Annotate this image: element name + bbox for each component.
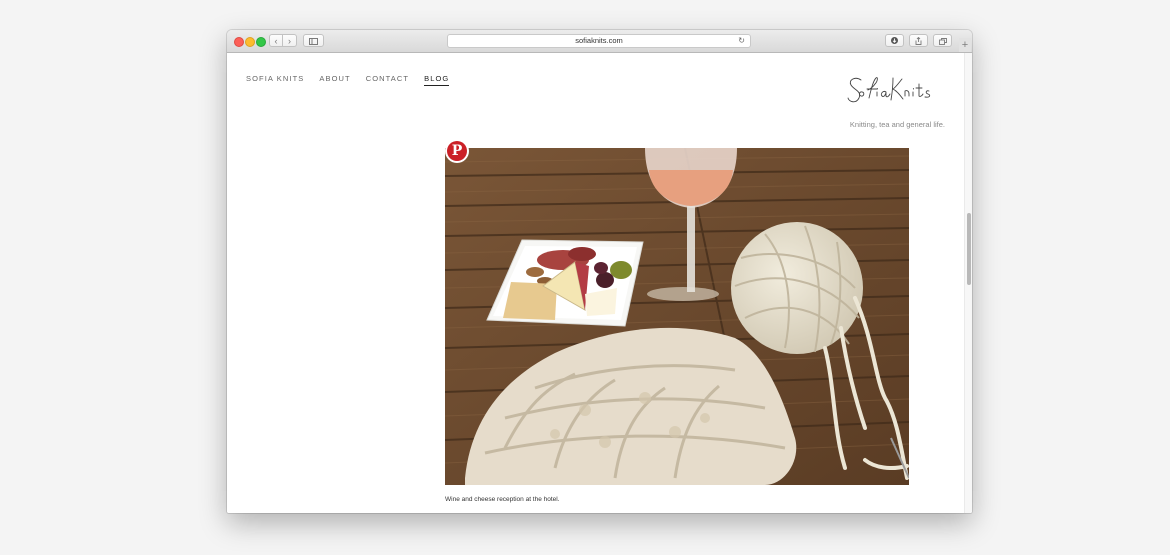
close-window-button[interactable] xyxy=(234,37,244,47)
nav-item-about[interactable]: About xyxy=(319,74,350,86)
show-tabs-button[interactable] xyxy=(933,34,952,47)
share-button[interactable] xyxy=(909,34,928,47)
chevron-left-icon: ‹ xyxy=(274,36,278,46)
sidebar-toggle-button[interactable] xyxy=(303,34,324,47)
sidebar-icon xyxy=(309,38,318,45)
chevron-right-icon: › xyxy=(288,36,291,46)
download-icon xyxy=(891,37,898,44)
photo-caption: Wine and cheese reception at the hotel. xyxy=(445,496,560,503)
pinterest-pin-button[interactable]: P xyxy=(447,141,467,161)
scrollbar-thumb[interactable] xyxy=(967,213,971,285)
nav-item-contact[interactable]: Contact xyxy=(366,74,409,86)
maximize-window-button[interactable] xyxy=(256,37,266,47)
page-scrollbar[interactable] xyxy=(964,53,972,513)
forward-button[interactable]: › xyxy=(283,34,297,47)
address-bar[interactable]: sofiaknits.com ↻ xyxy=(447,34,751,48)
browser-window: ‹ › sofiaknits.com ↻ + SOFIA KNITS ABOUT… xyxy=(227,30,972,513)
browser-toolbar: ‹ › sofiaknits.com ↻ + xyxy=(227,30,972,53)
tabs-icon xyxy=(938,38,947,45)
nav-item-blog[interactable]: Blog xyxy=(424,74,450,86)
share-icon xyxy=(915,36,922,45)
reload-icon[interactable]: ↻ xyxy=(738,35,745,47)
site-tagline: Knitting, tea and general life. xyxy=(849,120,945,129)
site-logo[interactable] xyxy=(845,72,941,112)
site-nav: Sofia Knits About Contact Blog xyxy=(246,74,450,86)
post-photo[interactable] xyxy=(445,148,909,485)
nav-item-sofia-knits[interactable]: Sofia Knits xyxy=(246,74,304,86)
post-photo-art xyxy=(445,148,909,485)
web-page: Sofia Knits About Contact Blog Knitting,… xyxy=(227,53,972,513)
url-text: sofiaknits.com xyxy=(575,36,623,45)
download-button[interactable] xyxy=(885,34,904,47)
minimize-window-button[interactable] xyxy=(245,37,255,47)
new-tab-button[interactable]: + xyxy=(959,38,971,52)
back-button[interactable]: ‹ xyxy=(269,34,283,47)
